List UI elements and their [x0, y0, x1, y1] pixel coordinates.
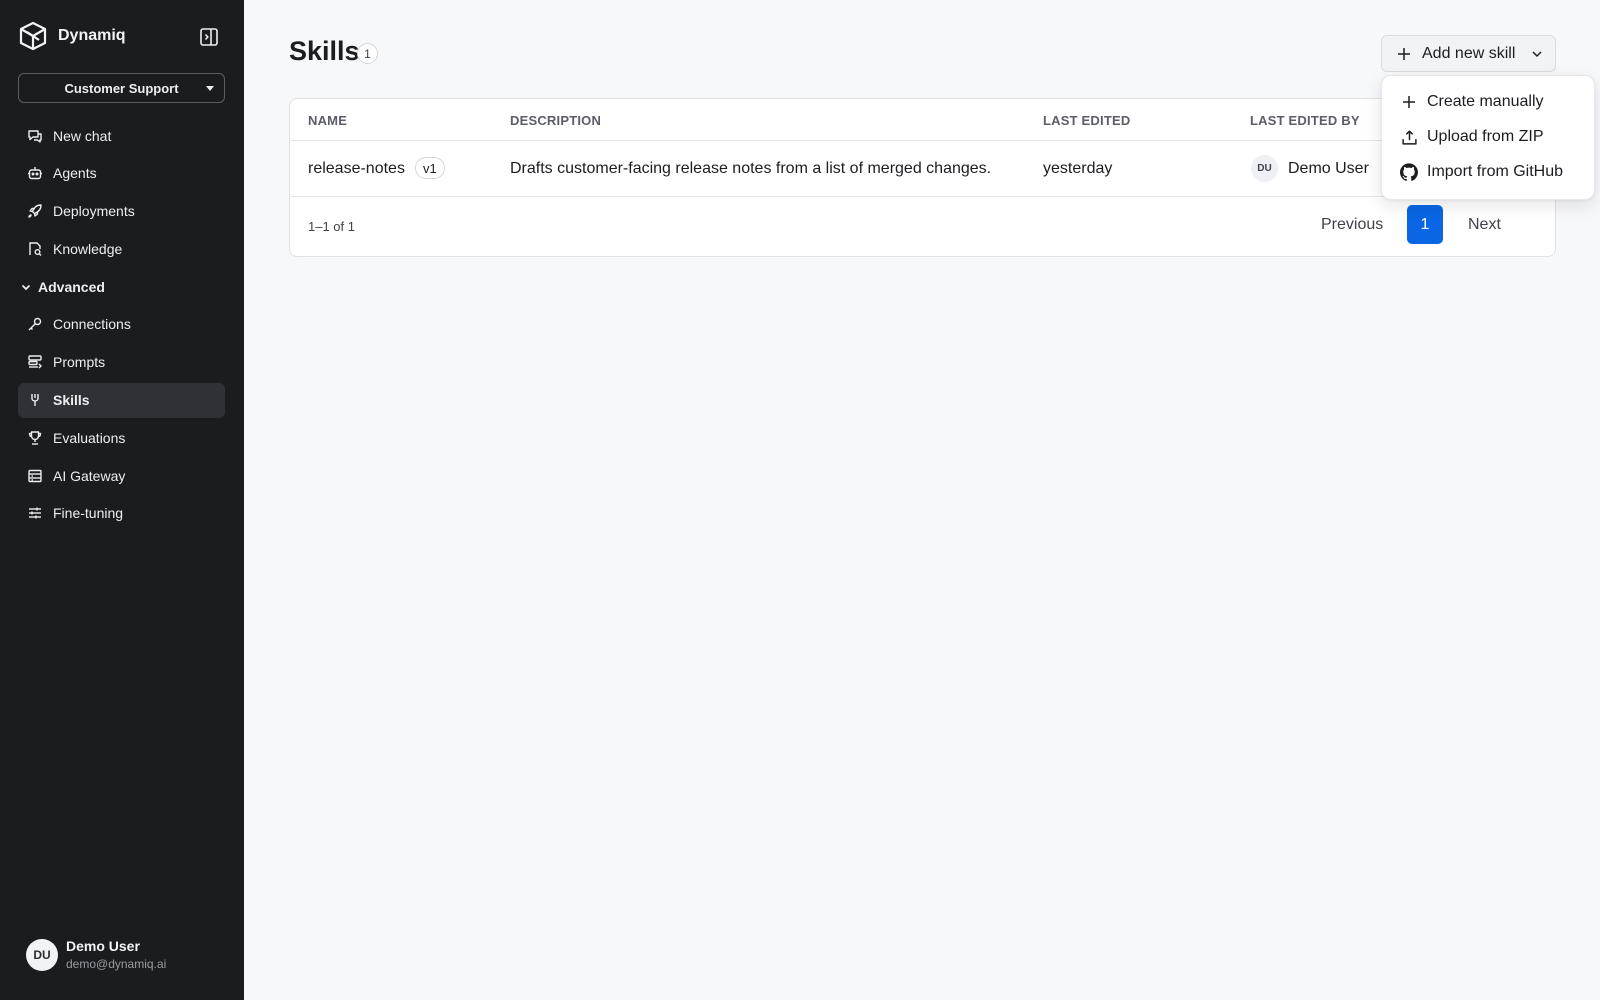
- collapse-sidebar-button[interactable]: [198, 26, 220, 48]
- version-badge: v1: [415, 157, 445, 179]
- sidebar-item-label: AI Gateway: [53, 467, 126, 484]
- brand-name: Dynamiq: [58, 27, 126, 44]
- sidebar-item-label: Knowledge: [53, 240, 123, 257]
- avatar: DU: [1251, 155, 1278, 182]
- key-icon: [26, 315, 44, 333]
- sidebar-item-fine-tuning[interactable]: Fine-tuning: [18, 496, 225, 531]
- sidebar-item-label: Evaluations: [53, 429, 126, 446]
- user-name: Demo User: [66, 938, 140, 954]
- knowledge-icon: [26, 240, 44, 258]
- sidebar-item-ai-gateway[interactable]: AI Gateway: [18, 458, 225, 493]
- sidebar-item-evaluations[interactable]: Evaluations: [18, 420, 225, 455]
- menu-item-label: Create manually: [1427, 93, 1544, 110]
- menu-item-upload-from-zip[interactable]: Upload from ZIP: [1400, 124, 1543, 150]
- bot-icon: [26, 164, 44, 182]
- column-header-name[interactable]: NAME: [308, 113, 347, 128]
- pagination-range: 1–1 of 1: [308, 219, 355, 234]
- add-new-skill-label: Add new skill: [1422, 44, 1516, 62]
- chevron-down-icon: [20, 281, 32, 293]
- github-icon: [1400, 163, 1418, 181]
- pagination-page-1[interactable]: 1: [1407, 205, 1443, 244]
- rocket-icon: [26, 202, 44, 220]
- sidebar-toggle-icon: [200, 28, 218, 46]
- column-header-last-edited-by[interactable]: LAST EDITED BY: [1250, 113, 1360, 128]
- plus-icon: [1396, 46, 1412, 62]
- sidebar-item-knowledge[interactable]: Knowledge: [18, 231, 225, 266]
- skills-count-badge: 1: [357, 43, 378, 64]
- user-email: demo@dynamiq.ai: [66, 957, 167, 971]
- trophy-icon: [26, 429, 44, 447]
- pagination-previous-button[interactable]: Previous: [1321, 216, 1383, 234]
- sidebar-item-label: Connections: [53, 316, 131, 333]
- prompts-icon: [26, 353, 44, 371]
- upload-icon: [1400, 128, 1418, 146]
- column-header-description[interactable]: DESCRIPTION: [510, 113, 601, 128]
- sidebar: Dynamiq Customer Support New chat Agents: [0, 0, 244, 1000]
- menu-item-label: Upload from ZIP: [1427, 128, 1544, 145]
- menu-item-import-from-github[interactable]: Import from GitHub: [1400, 159, 1563, 185]
- chat-icon: [26, 127, 44, 145]
- sidebar-item-label: Agents: [53, 165, 97, 182]
- skill-last-edited: yesterday: [1043, 160, 1113, 177]
- sidebar-section-advanced[interactable]: Advanced: [18, 269, 225, 304]
- chevron-down-icon: [1532, 51, 1542, 58]
- skills-icon: [26, 391, 44, 409]
- sidebar-item-label: Prompts: [53, 354, 106, 371]
- table-row[interactable]: release-notes v1 Drafts customer-facing …: [290, 141, 1555, 197]
- caret-down-icon: [206, 86, 214, 91]
- sidebar-item-connections[interactable]: Connections: [18, 307, 225, 342]
- sidebar-item-label: New chat: [53, 127, 112, 144]
- sidebar-section-label: Advanced: [38, 278, 105, 295]
- user-meta: Demo User demo@dynamiq.ai: [66, 938, 166, 971]
- dynamiq-logo-icon: [19, 21, 47, 51]
- brand[interactable]: Dynamiq: [18, 16, 126, 56]
- workspace-select-value: Customer Support: [64, 80, 179, 96]
- add-skill-dropdown-menu: Create manually Upload from ZIP Import f…: [1381, 75, 1595, 200]
- column-header-last-edited[interactable]: LAST EDITED: [1043, 113, 1130, 128]
- pagination-next-button[interactable]: Next: [1468, 216, 1501, 234]
- gateway-icon: [26, 467, 44, 485]
- user-profile[interactable]: DU Demo User demo@dynamiq.ai: [26, 938, 166, 971]
- sidebar-item-prompts[interactable]: Prompts: [18, 345, 225, 380]
- avatar: DU: [26, 938, 58, 971]
- table-footer: 1–1 of 1 Previous 1 Next: [290, 197, 1555, 256]
- page-title: Skills: [289, 36, 360, 66]
- plus-icon: [1400, 93, 1418, 111]
- skill-description: Drafts customer-facing release notes fro…: [510, 160, 992, 177]
- sidebar-item-label: Deployments: [53, 203, 135, 220]
- sidebar-nav: New chat Agents Deployments Knowledge Ad…: [18, 118, 225, 534]
- sidebar-item-label: Skills: [53, 392, 90, 409]
- sidebar-item-label: Fine-tuning: [53, 505, 124, 522]
- workspace-select[interactable]: Customer Support: [18, 73, 225, 103]
- sliders-icon: [26, 504, 44, 522]
- add-new-skill-button[interactable]: Add new skill: [1381, 35, 1556, 72]
- skill-name[interactable]: release-notes: [308, 160, 405, 178]
- sidebar-item-skills[interactable]: Skills: [18, 382, 225, 418]
- sidebar-item-new-chat[interactable]: New chat: [18, 118, 225, 153]
- skills-table: NAME DESCRIPTION LAST EDITED LAST EDITED…: [289, 98, 1556, 257]
- menu-item-create-manually[interactable]: Create manually: [1400, 89, 1544, 115]
- sidebar-item-agents[interactable]: Agents: [18, 156, 225, 191]
- sidebar-item-deployments[interactable]: Deployments: [18, 194, 225, 229]
- skill-editor-name: Demo User: [1288, 160, 1369, 177]
- table-header: NAME DESCRIPTION LAST EDITED LAST EDITED…: [290, 99, 1555, 141]
- menu-item-label: Import from GitHub: [1427, 163, 1564, 180]
